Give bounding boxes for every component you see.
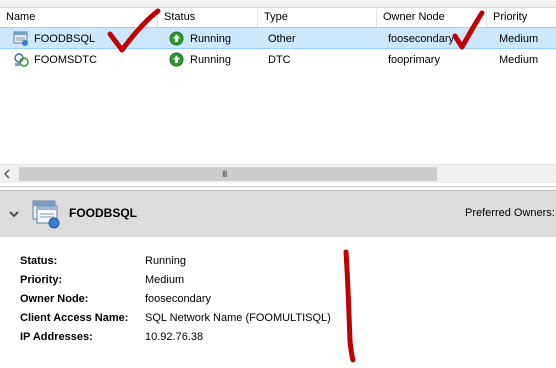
status-label: Status: [20,255,58,267]
column-header-name[interactable]: Name [0,8,158,27]
horizontal-scrollbar[interactable]: III [0,164,556,183]
status-value: Running [145,255,186,267]
scrollbar-thumb[interactable]: III [19,167,437,181]
owner-node-value: foosecondary [145,293,212,305]
ip-addresses-value: 10.92.76.38 [145,331,204,343]
role-priority: Medium [499,33,539,45]
scroll-left-arrow-icon[interactable] [2,169,12,179]
running-status-icon [169,52,184,67]
priority-value: Medium [145,274,185,286]
dtc-role-icon [13,51,30,68]
role-type: Other [268,33,296,45]
column-header-status[interactable]: Status [158,8,258,27]
column-header-owner-node[interactable]: Owner Node [377,8,487,27]
list-header: Name Status Type Owner Node Priority [0,8,556,28]
client-access-name-label: Client Access Name: [20,312,129,324]
roles-list-pane: Name Status Type Owner Node Priority FOO… [0,0,556,187]
preferred-owners-link[interactable]: Preferred Owners: [465,207,555,219]
role-type: DTC [268,54,291,66]
role-owner-node: foosecondary [388,33,455,45]
role-status: Running [190,54,231,66]
role-priority: Medium [499,54,539,66]
client-access-name-value: SQL Network Name (FOOMULTISQL) [145,312,331,324]
column-header-type[interactable]: Type [258,8,377,27]
running-status-icon [169,31,184,46]
owner-node-label: Owner Node: [20,293,89,305]
column-header-priority[interactable]: Priority [487,8,556,27]
role-status: Running [190,33,231,45]
table-row-foodbsql[interactable]: FOODBSQL Running Other foosecondary Medi… [0,27,556,49]
ip-addresses-label: IP Addresses: [20,331,93,343]
collapse-chevron-icon[interactable] [8,208,20,220]
role-name: FOOMSDTC [34,54,97,66]
sql-role-icon [13,30,30,47]
column-header-label: Type [264,11,288,23]
column-header-label: Status [164,11,196,23]
sql-role-large-icon [30,197,64,231]
role-owner-node: fooprimary [388,54,440,66]
column-header-label: Name [6,11,36,23]
details-body: Status: Running Priority: Medium Owner N… [0,237,556,368]
priority-label: Priority: [20,274,63,286]
scrollbar-grip: III [222,169,227,179]
column-header-label: Priority [493,11,528,23]
role-name: FOODBSQL [34,33,96,45]
details-title: FOODBSQL [69,206,137,220]
column-header-label: Owner Node [383,11,445,23]
table-row-foomsdtc[interactable]: FOOMSDTC Running DTC fooprimary Medium [0,49,556,71]
details-header: FOODBSQL Preferred Owners: [0,190,556,238]
pane-top-edge [0,0,556,8]
